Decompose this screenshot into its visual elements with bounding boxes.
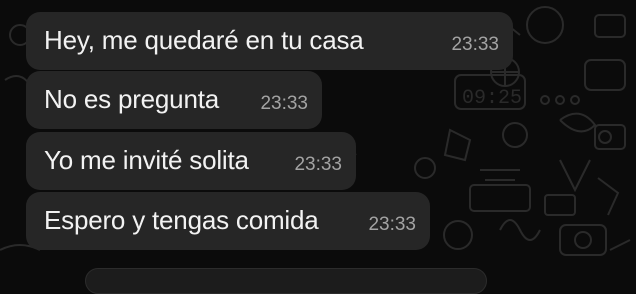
message-text: Yo me invité solita [44,145,249,175]
message-bubble[interactable]: Hey, me quedaré en tu casa 23:33 [26,12,513,70]
message-text: Hey, me quedaré en tu casa [44,25,364,55]
message-text: No es pregunta [44,84,219,114]
message-text: Espero y tengas comida [44,205,319,235]
message-composer[interactable] [85,268,487,294]
message-bubble[interactable]: No es pregunta 23:33 [26,71,322,129]
message-timestamp: 23:33 [451,34,499,55]
message-timestamp: 23:33 [294,154,342,175]
message-bubble[interactable]: Espero y tengas comida 23:33 [26,192,430,250]
message-bubble[interactable]: Yo me invité solita 23:33 [26,132,356,190]
message-timestamp: 23:33 [368,214,416,235]
message-timestamp: 23:33 [260,93,308,114]
wallpaper-clock-doodle: 09:25 [462,87,522,110]
